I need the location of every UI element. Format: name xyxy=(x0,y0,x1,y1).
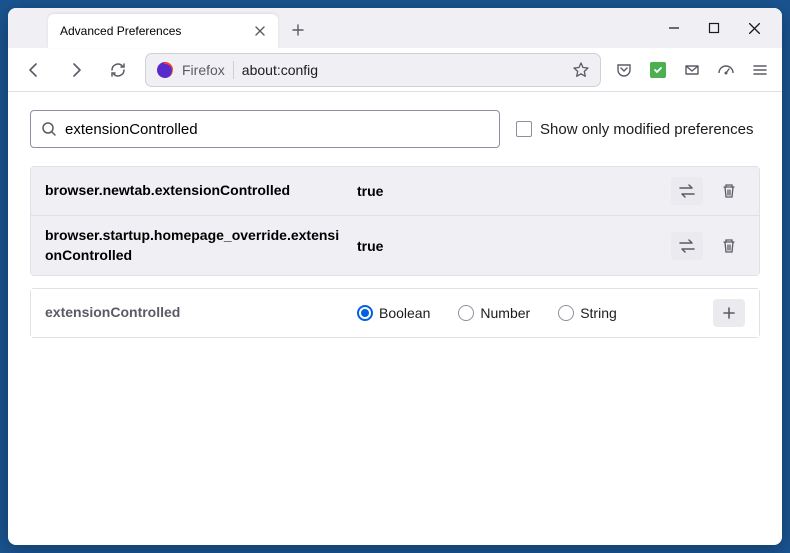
new-pref-actions xyxy=(713,299,745,327)
close-tab-icon[interactable] xyxy=(254,25,266,37)
pref-type-radios: Boolean Number String xyxy=(357,305,701,321)
minimize-button[interactable] xyxy=(666,20,682,36)
dashboard-icon[interactable] xyxy=(716,60,736,80)
new-tab-button[interactable] xyxy=(284,16,312,44)
radio-label: String xyxy=(580,305,617,321)
checkbox-icon xyxy=(516,121,532,137)
new-pref-row: extensionControlled Boolean Number Strin… xyxy=(31,289,759,337)
nav-bar: Firefox about:config xyxy=(8,48,782,92)
new-pref-name: extensionControlled xyxy=(45,303,345,323)
pref-actions xyxy=(671,177,745,205)
menu-icon[interactable] xyxy=(750,60,770,80)
back-button[interactable] xyxy=(20,56,48,84)
pref-name: browser.newtab.extensionControlled xyxy=(45,181,345,201)
radio-dot-icon xyxy=(558,305,574,321)
radio-dot-icon xyxy=(357,305,373,321)
urlbar-separator xyxy=(233,61,234,79)
search-icon xyxy=(41,121,57,137)
tab-bar: Advanced Preferences xyxy=(8,8,782,48)
content-area: Show only modified preferences browser.n… xyxy=(8,92,782,545)
add-button[interactable] xyxy=(713,299,745,327)
forward-button[interactable] xyxy=(62,56,90,84)
search-box[interactable] xyxy=(30,110,500,148)
radio-boolean[interactable]: Boolean xyxy=(357,305,430,321)
checkbox-label: Show only modified preferences xyxy=(540,121,753,138)
maximize-button[interactable] xyxy=(706,20,722,36)
pocket-icon[interactable] xyxy=(614,60,634,80)
pref-name: browser.startup.homepage_override.extens… xyxy=(45,226,345,265)
extension-icon[interactable] xyxy=(648,60,668,80)
pref-actions xyxy=(671,232,745,260)
bookmark-star-icon[interactable] xyxy=(572,61,590,79)
pref-value: true xyxy=(357,183,405,199)
radio-dot-icon xyxy=(458,305,474,321)
firefox-logo-icon xyxy=(156,61,174,79)
new-pref-row-container: extensionControlled Boolean Number Strin… xyxy=(30,288,760,338)
show-modified-checkbox[interactable]: Show only modified preferences xyxy=(516,121,753,138)
urlbar-path: about:config xyxy=(242,62,564,78)
reload-button[interactable] xyxy=(104,56,132,84)
toggle-button[interactable] xyxy=(671,177,703,205)
toolbar-icons xyxy=(614,60,770,80)
preference-list: browser.newtab.extensionControlled true … xyxy=(30,166,760,276)
toggle-button[interactable] xyxy=(671,232,703,260)
delete-button[interactable] xyxy=(713,232,745,260)
urlbar-domain: Firefox xyxy=(182,62,225,78)
browser-window: Advanced Preferences xyxy=(8,8,782,545)
window-controls xyxy=(666,8,782,48)
radio-string[interactable]: String xyxy=(558,305,617,321)
radio-label: Boolean xyxy=(379,305,430,321)
radio-number[interactable]: Number xyxy=(458,305,530,321)
search-input[interactable] xyxy=(65,121,489,138)
pref-value: true xyxy=(357,238,405,254)
tab-title: Advanced Preferences xyxy=(60,24,181,38)
pref-row[interactable]: browser.startup.homepage_override.extens… xyxy=(31,215,759,275)
search-row: Show only modified preferences xyxy=(30,110,760,148)
pref-row[interactable]: browser.newtab.extensionControlled true xyxy=(31,167,759,215)
radio-label: Number xyxy=(480,305,530,321)
inbox-icon[interactable] xyxy=(682,60,702,80)
delete-button[interactable] xyxy=(713,177,745,205)
tab-active[interactable]: Advanced Preferences xyxy=(48,14,278,48)
close-window-button[interactable] xyxy=(746,20,762,36)
url-bar[interactable]: Firefox about:config xyxy=(146,54,600,86)
